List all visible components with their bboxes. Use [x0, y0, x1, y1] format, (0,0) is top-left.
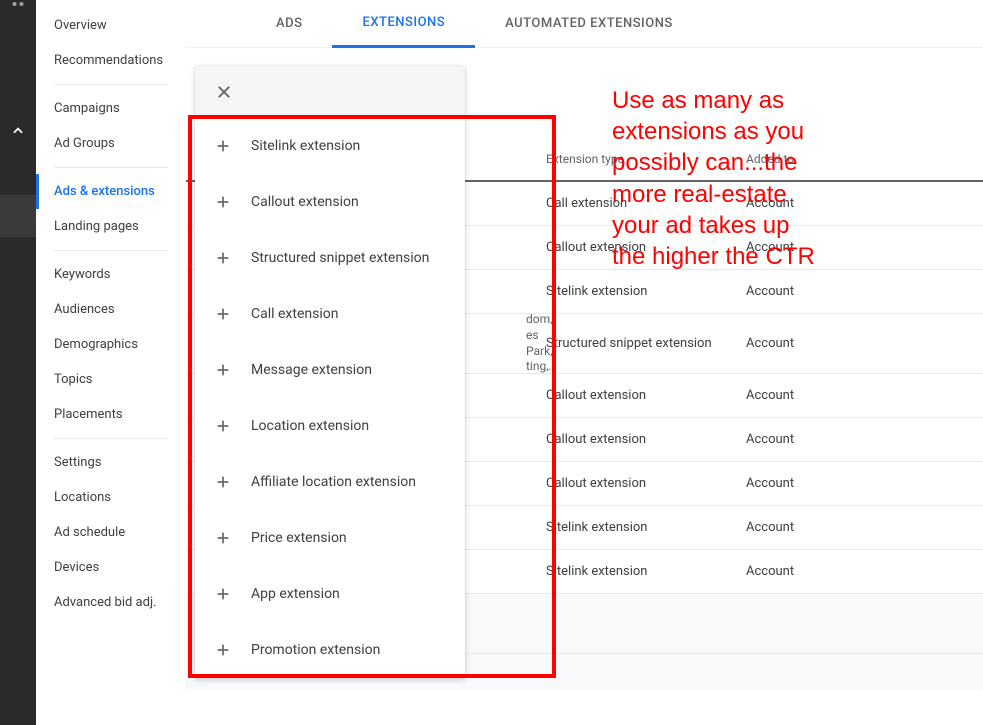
- tab-automated-extensions[interactable]: AUTOMATED EXTENSIONS: [475, 0, 703, 48]
- dropdown-item-structured-snippet[interactable]: Structured snippet extension: [195, 230, 465, 286]
- plus-icon: [213, 418, 233, 434]
- sidebar-item-devices[interactable]: Devices: [36, 550, 186, 585]
- dropdown-item-label: Call extension: [251, 306, 338, 322]
- dropdown-item-label: Affiliate location extension: [251, 474, 416, 490]
- dropdown-item-sitelink[interactable]: Sitelink extension: [195, 118, 465, 174]
- sidebar-item-settings[interactable]: Settings: [36, 445, 186, 480]
- divider: [54, 167, 168, 168]
- dropdown-item-label: Structured snippet extension: [251, 250, 429, 266]
- rail-dots-icon: [13, 2, 24, 6]
- rail-marker: [0, 195, 36, 237]
- dropdown-item-callout[interactable]: Callout extension: [195, 174, 465, 230]
- annotation-text: Use as many as extensions as you possibl…: [612, 85, 815, 272]
- plus-icon: [213, 362, 233, 378]
- add-extension-dropdown: Sitelink extension Callout extension Str…: [195, 66, 465, 678]
- sidebar-item-ad-schedule[interactable]: Ad schedule: [36, 515, 186, 550]
- sidebar-item-ads-extensions[interactable]: Ads & extensions: [36, 174, 186, 209]
- plus-icon: [213, 474, 233, 490]
- tab-extensions[interactable]: EXTENSIONS: [332, 0, 475, 48]
- sidebar-item-advanced-bid[interactable]: Advanced bid adj.: [36, 585, 186, 620]
- plus-icon: [213, 194, 233, 210]
- sidebar-item-audiences[interactable]: Audiences: [36, 292, 186, 327]
- dropdown-item-label: Callout extension: [251, 194, 359, 210]
- dropdown-item-label: App extension: [251, 586, 340, 602]
- plus-icon: [213, 138, 233, 154]
- dropdown-item-label: Sitelink extension: [251, 138, 360, 154]
- sidebar-item-keywords[interactable]: Keywords: [36, 257, 186, 292]
- dropdown-item-label: Price extension: [251, 530, 347, 546]
- tab-ads[interactable]: ADS: [246, 0, 332, 48]
- sidebar-item-recommendations[interactable]: Recommendations: [36, 43, 186, 78]
- dropdown-item-label: Message extension: [251, 362, 372, 378]
- dropdown-item-label: Location extension: [251, 418, 369, 434]
- left-rail: [0, 0, 36, 725]
- dropdown-item-app[interactable]: App extension: [195, 566, 465, 622]
- chevron-up-icon[interactable]: [11, 124, 25, 138]
- dropdown-header: [195, 66, 465, 118]
- close-icon[interactable]: [215, 83, 233, 101]
- sidebar-item-overview[interactable]: Overview: [36, 8, 186, 43]
- dropdown-item-message[interactable]: Message extension: [195, 342, 465, 398]
- dropdown-item-location[interactable]: Location extension: [195, 398, 465, 454]
- plus-icon: [213, 306, 233, 322]
- plus-icon: [213, 250, 233, 266]
- sidebar-item-ad-groups[interactable]: Ad Groups: [36, 126, 186, 161]
- dropdown-item-promotion[interactable]: Promotion extension: [195, 622, 465, 678]
- dropdown-item-label: Promotion extension: [251, 642, 380, 658]
- plus-icon: [213, 586, 233, 602]
- sidebar-item-demographics[interactable]: Demographics: [36, 327, 186, 362]
- divider: [54, 84, 168, 85]
- sidebar: Overview Recommendations Campaigns Ad Gr…: [36, 0, 186, 725]
- sidebar-item-landing-pages[interactable]: Landing pages: [36, 209, 186, 244]
- sidebar-item-campaigns[interactable]: Campaigns: [36, 91, 186, 126]
- dropdown-item-affiliate-location[interactable]: Affiliate location extension: [195, 454, 465, 510]
- dropdown-item-call[interactable]: Call extension: [195, 286, 465, 342]
- sidebar-item-placements[interactable]: Placements: [36, 397, 186, 432]
- divider: [54, 250, 168, 251]
- dropdown-item-price[interactable]: Price extension: [195, 510, 465, 566]
- divider: [54, 438, 168, 439]
- tab-bar: ADS EXTENSIONS AUTOMATED EXTENSIONS: [186, 0, 983, 48]
- sidebar-item-locations[interactable]: Locations: [36, 480, 186, 515]
- plus-icon: [213, 642, 233, 658]
- plus-icon: [213, 530, 233, 546]
- sidebar-item-topics[interactable]: Topics: [36, 362, 186, 397]
